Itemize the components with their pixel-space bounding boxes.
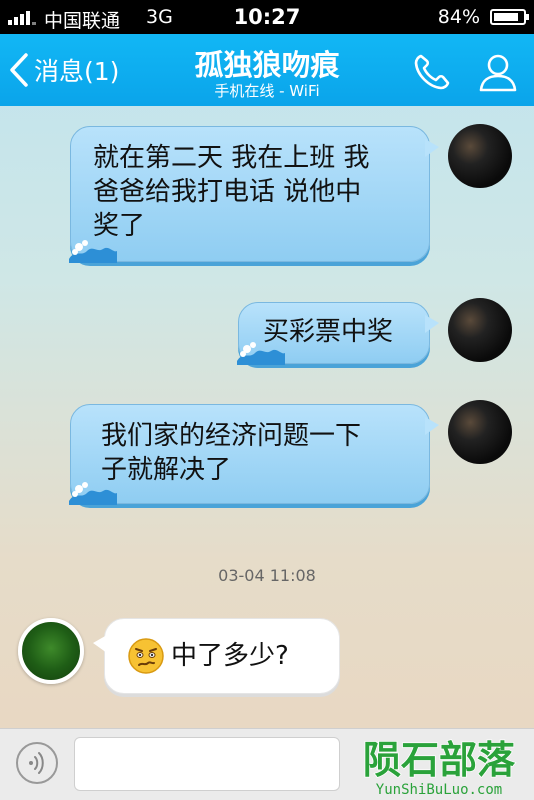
wave-bubble-decoration — [69, 240, 117, 263]
contact-avatar[interactable] — [18, 618, 84, 684]
my-avatar[interactable] — [448, 298, 512, 362]
person-icon — [479, 54, 517, 92]
profile-button[interactable] — [476, 50, 520, 94]
message-input[interactable] — [74, 737, 340, 791]
watermark-logo: 陨石部落 YunShiBuLuo.com — [362, 737, 517, 798]
wave-bubble-decoration — [237, 342, 285, 365]
wave-bubble-decoration — [69, 482, 117, 505]
sent-message-bubble[interactable]: 我们家的经济问题一下 子就解决了 — [69, 404, 439, 505]
received-message-bubble[interactable]: 中了多少? — [93, 618, 340, 694]
input-bar: 陨石部落 YunShiBuLuo.com — [0, 728, 534, 800]
svg-text:陨石部落: 陨石部落 — [363, 738, 516, 782]
phone-icon — [414, 54, 450, 90]
status-bar: 中国联通 3G 10:27 84% — [0, 0, 534, 34]
battery-icon — [490, 9, 529, 25]
message-timestamp: 03-04 11:08 — [218, 566, 316, 585]
svg-text:YunShiBuLuo.com: YunShiBuLuo.com — [376, 782, 502, 798]
voice-input-button[interactable] — [16, 742, 58, 784]
sent-message-bubble[interactable]: 买彩票中奖 — [237, 302, 439, 365]
battery-percent: 84% — [437, 6, 480, 28]
message-text: 中了多少? — [171, 641, 289, 671]
message-text: 就在第二天 我在上班 我 爸爸给我打电话 说他中 奖了 — [93, 143, 370, 241]
call-button[interactable] — [410, 50, 454, 94]
my-avatar[interactable] — [448, 124, 512, 188]
worried-face-icon — [128, 638, 164, 674]
voice-icon — [29, 752, 44, 774]
chat-messages[interactable]: 就在第二天 我在上班 我 爸爸给我打电话 说他中 奖了 买彩票中奖 我们家的经济… — [0, 106, 534, 728]
sent-message-bubble[interactable]: 就在第二天 我在上班 我 爸爸给我打电话 说他中 奖了 — [69, 126, 439, 263]
my-avatar[interactable] — [448, 400, 512, 464]
message-text: 我们家的经济问题一下 子就解决了 — [101, 421, 362, 485]
chat-header: 消息(1) 孤独狼吻痕 手机在线 - WiFi — [0, 34, 534, 106]
